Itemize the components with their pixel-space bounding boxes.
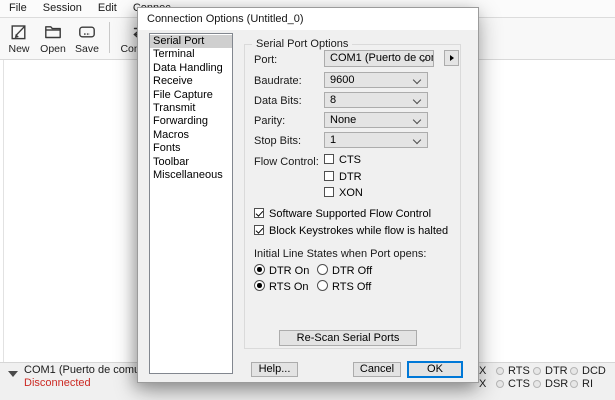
- dtr-off-radio[interactable]: [317, 264, 328, 275]
- indicator-label: RI: [582, 378, 593, 390]
- indicator-label: CTS: [508, 378, 530, 390]
- rts-on-label: RTS On: [269, 281, 309, 293]
- category-fonts[interactable]: Fonts: [150, 142, 232, 155]
- ok-button[interactable]: OK: [407, 361, 463, 378]
- rts-led-icon: [496, 367, 504, 375]
- indicator-label: DSR: [545, 378, 568, 390]
- parity-label: Parity:: [254, 115, 285, 127]
- right-arrow-icon: [450, 55, 454, 61]
- category-serial-port[interactable]: Serial Port: [150, 35, 232, 48]
- category-receive[interactable]: Receive: [150, 75, 232, 88]
- cts-led-icon: [496, 380, 504, 388]
- category-file-capture[interactable]: File Capture: [150, 89, 232, 102]
- block-keystrokes-label: Block Keystrokes while flow is halted: [269, 225, 448, 237]
- stop-bits-label: Stop Bits:: [254, 135, 301, 147]
- block-keystrokes-checkbox[interactable]: [254, 225, 264, 235]
- chevron-down-icon: [413, 95, 421, 103]
- category-transmit[interactable]: Transmit: [150, 102, 232, 115]
- xon-checkbox-label: XON: [339, 187, 363, 199]
- indicator-label: X: [479, 378, 486, 390]
- dialog-title: Connection Options (Untitled_0): [138, 8, 478, 30]
- category-forwarding[interactable]: Forwarding: [150, 115, 232, 128]
- software-flow-control-checkbox[interactable]: [254, 208, 264, 218]
- category-listbox[interactable]: Serial Port Terminal Data Handling Recei…: [149, 33, 233, 374]
- data-bits-label: Data Bits:: [254, 95, 302, 107]
- port-label: Port:: [254, 54, 277, 66]
- open-folder-icon: [43, 22, 63, 42]
- data-bits-value: 8: [330, 94, 336, 106]
- indicator-rx: X: [479, 378, 486, 389]
- stop-bits-combobox[interactable]: 1: [324, 132, 428, 148]
- baudrate-label: Baudrate:: [254, 75, 302, 87]
- port-detail-button[interactable]: [444, 50, 459, 66]
- dtr-on-label: DTR On: [269, 265, 309, 277]
- indicator-ri: RI: [570, 378, 593, 389]
- dtr-checkbox[interactable]: [324, 171, 334, 181]
- dsr-led-icon: [533, 380, 541, 388]
- stop-bits-value: 1: [330, 134, 336, 146]
- indicator-dcd: DCD: [570, 365, 606, 376]
- dtr-on-radio[interactable]: [254, 264, 265, 275]
- parity-value: None: [330, 114, 356, 126]
- group-title: Serial Port Options: [252, 38, 352, 50]
- rts-on-radio[interactable]: [254, 280, 265, 291]
- toolbar-separator: [109, 22, 110, 53]
- indicator-dtr: DTR: [533, 365, 568, 376]
- baudrate-value: 9600: [330, 74, 354, 86]
- toolbar-button-label: Save: [75, 43, 99, 55]
- save-drive-icon: [77, 22, 97, 42]
- status-connection-state: Disconnected: [24, 377, 91, 389]
- category-terminal[interactable]: Terminal: [150, 48, 232, 61]
- toolbar-button-label: New: [8, 43, 29, 55]
- category-macros[interactable]: Macros: [150, 129, 232, 142]
- dtr-led-icon: [533, 367, 541, 375]
- indicator-label: DTR: [545, 365, 568, 377]
- chevron-down-icon: [413, 135, 421, 143]
- chevron-down-icon: [413, 75, 421, 83]
- dtr-checkbox-label: DTR: [339, 171, 362, 183]
- open-button[interactable]: Open: [36, 18, 70, 59]
- indicator-label: X: [479, 365, 486, 377]
- menu-edit[interactable]: Edit: [90, 0, 125, 17]
- rts-off-radio[interactable]: [317, 280, 328, 291]
- connection-options-dialog: Connection Options (Untitled_0) Serial P…: [137, 7, 479, 383]
- rts-off-label: RTS Off: [332, 281, 371, 293]
- data-bits-combobox[interactable]: 8: [324, 92, 428, 108]
- indicator-rts: RTS: [496, 365, 530, 376]
- toolbar-button-label: Open: [40, 43, 66, 55]
- indicator-label: RTS: [508, 365, 530, 377]
- category-miscellaneous[interactable]: Miscellaneous: [150, 169, 232, 182]
- baudrate-combobox[interactable]: 9600: [324, 72, 428, 88]
- chevron-down-icon: [413, 115, 421, 123]
- dcd-led-icon: [570, 367, 578, 375]
- menu-file[interactable]: File: [1, 0, 35, 17]
- help-button[interactable]: Help...: [251, 362, 298, 377]
- dtr-off-label: DTR Off: [332, 265, 372, 277]
- new-document-icon: [9, 22, 29, 42]
- line-states-label: Initial Line States when Port opens:: [254, 248, 426, 260]
- category-toolbar[interactable]: Toolbar: [150, 156, 232, 169]
- software-flow-control-label: Software Supported Flow Control: [269, 208, 431, 220]
- flow-control-label: Flow Control:: [254, 156, 319, 168]
- indicator-tx: X: [479, 365, 486, 376]
- content-edge-line: [3, 60, 4, 362]
- indicator-label: DCD: [582, 365, 606, 377]
- xon-checkbox[interactable]: [324, 187, 334, 197]
- indicator-cts: CTS: [496, 378, 530, 389]
- parity-combobox[interactable]: None: [324, 112, 428, 128]
- rescan-serial-ports-button[interactable]: Re-Scan Serial Ports: [279, 330, 417, 346]
- menu-session[interactable]: Session: [35, 0, 90, 17]
- cts-checkbox[interactable]: [324, 154, 334, 164]
- port-combobox[interactable]: COM1 (Puerto de comunic: [324, 50, 434, 67]
- ri-led-icon: [570, 380, 578, 388]
- indicator-dsr: DSR: [533, 378, 568, 389]
- terminal-app-window: File Session Edit Connec New Open Save: [0, 0, 615, 400]
- cancel-button[interactable]: Cancel: [353, 362, 401, 377]
- save-button[interactable]: Save: [70, 18, 104, 59]
- port-dropdown-icon[interactable]: [8, 371, 18, 377]
- category-data-handling[interactable]: Data Handling: [150, 62, 232, 75]
- new-button[interactable]: New: [2, 18, 36, 59]
- cts-checkbox-label: CTS: [339, 154, 361, 166]
